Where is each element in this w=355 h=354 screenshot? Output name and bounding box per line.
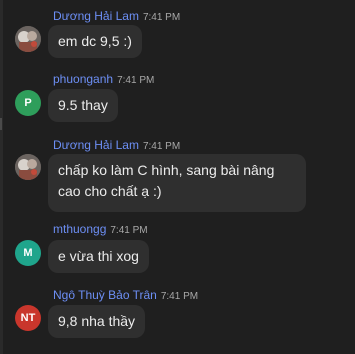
sender-name[interactable]: Ngô Thuỳ Bảo Trân [53, 288, 157, 302]
message-bubble[interactable]: chấp ko làm C hình, sang bài nâng cao ch… [48, 154, 306, 212]
message-bubble[interactable]: em dc 9,5 :) [48, 25, 142, 58]
avatar-photo-icon [15, 154, 41, 180]
timestamp: 7:41 PM [117, 75, 155, 86]
avatar[interactable]: NT [15, 305, 41, 331]
rail-marker [0, 118, 2, 130]
chat-message-list: Dương Hải Lam 7:41 PM em dc 9,5 :) P phuo… [0, 0, 355, 354]
message-bubble[interactable]: 9.5 thay [48, 89, 118, 122]
sender-name[interactable]: Dương Hải Lam [53, 9, 139, 23]
sender-name[interactable]: phuonganh [53, 72, 113, 86]
avatar-photo-icon [15, 26, 41, 52]
sender-name[interactable]: Dương Hải Lam [53, 138, 139, 152]
message-bubble[interactable]: e vừa thi xog [48, 240, 149, 273]
message-header: Dương Hải Lam 7:41 PM [53, 138, 180, 154]
message-header: Ngô Thuỳ Bảo Trân 7:41 PM [53, 288, 198, 304]
timestamp: 7:41 PM [160, 291, 199, 302]
avatar[interactable]: P [15, 90, 41, 116]
timestamp: 7:41 PM [110, 225, 148, 236]
left-rail [0, 0, 3, 354]
message-bubble[interactable]: 9,8 nha thầy [48, 305, 146, 338]
avatar[interactable] [15, 154, 41, 180]
message-header: Dương Hải Lam 7:41 PM [53, 9, 180, 25]
message-header: phuonganh 7:41 PM [53, 72, 154, 88]
sender-name[interactable]: mthuongg [53, 222, 106, 236]
timestamp: 7:41 PM [142, 141, 181, 152]
timestamp: 7:41 PM [142, 12, 181, 23]
avatar[interactable] [15, 26, 41, 52]
avatar-initials: P [24, 97, 32, 109]
avatar[interactable]: M [15, 240, 41, 266]
avatar-initials: NT [20, 312, 36, 324]
message-header: mthuongg 7:41 PM [53, 222, 148, 238]
avatar-initials: M [23, 247, 33, 259]
